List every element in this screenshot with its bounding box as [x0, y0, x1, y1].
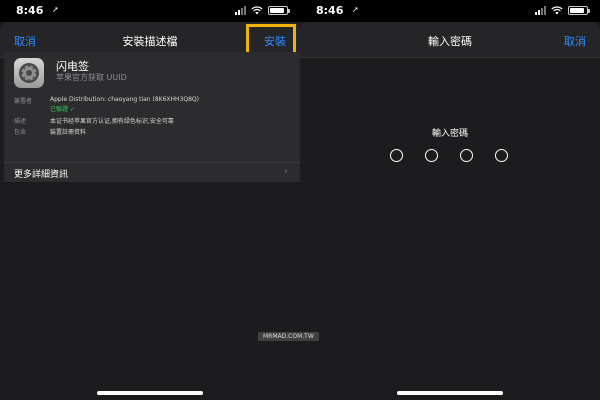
signal-bar — [538, 9, 540, 15]
status-bar: 8:46 ➚ — [0, 0, 300, 22]
contains-label: 包含 — [14, 129, 27, 136]
cellular-signal-icon — [535, 6, 546, 15]
signal-bar — [244, 6, 246, 15]
verified-badge: 已驗證 ✓ — [50, 106, 75, 113]
nav-bar: 輸入密碼 取消 — [300, 22, 600, 58]
battery-icon — [268, 6, 290, 15]
profile-subtitle: 苹果官方获取 UUID — [56, 73, 127, 82]
status-bar: 8:46 ➚ — [300, 0, 600, 22]
passcode-screen: 8:46 ➚ 輸入密碼 取消 輸入密碼 — [300, 0, 600, 400]
status-time: 8:46 — [16, 4, 44, 17]
status-icons — [235, 6, 290, 15]
screenshot-stage: 8:46 ➚ 取消 安裝描述檔 安裝 闪电签 苹果官方获取 UUID 簽署者 A… — [0, 0, 600, 400]
location-icon: ➚ — [352, 5, 359, 14]
signal-bar — [541, 8, 543, 15]
passcode-sheet: 輸入密碼 取消 — [300, 22, 600, 400]
page-title: 輸入密碼 — [428, 35, 472, 48]
contains-value: 裝置註冊資料 — [50, 129, 87, 136]
passcode-prompt: 輸入密碼 — [431, 129, 468, 139]
passcode-dots[interactable] — [390, 149, 508, 162]
passcode-digit-slot — [460, 149, 473, 162]
status-time: 8:46 — [316, 4, 344, 17]
settings-gear-icon — [14, 58, 44, 88]
cancel-button[interactable]: 取消 — [564, 33, 586, 49]
home-indicator[interactable] — [97, 391, 203, 395]
location-icon: ➚ — [52, 5, 59, 14]
profile-card: 闪电签 苹果官方获取 UUID 簽署者 Apple Distribution: … — [4, 52, 300, 162]
wifi-icon — [251, 6, 263, 15]
signed-by-value: Apple Distribution: chaoyang tian (8K6XH… — [50, 96, 199, 103]
install-profile-screen: 8:46 ➚ 取消 安裝描述檔 安裝 闪电签 苹果官方获取 UUID 簽署者 A… — [0, 0, 300, 400]
cellular-signal-icon — [235, 6, 246, 15]
battery-icon — [568, 6, 590, 15]
watermark: MRMAD.COM.TW — [258, 332, 319, 341]
passcode-digit-slot — [425, 149, 438, 162]
signal-bar — [238, 9, 240, 15]
home-indicator[interactable] — [397, 391, 503, 395]
install-highlight-box — [246, 24, 296, 55]
wifi-icon — [551, 6, 563, 15]
signal-bar — [235, 11, 237, 15]
signal-bar — [544, 6, 546, 15]
description-value: 本证书经苹果官方认证,拥有绿色标识,安全可靠 — [50, 118, 174, 125]
more-details-label: 更多詳細資訊 — [14, 170, 69, 180]
chevron-right-icon: › — [284, 166, 288, 177]
status-icons — [535, 6, 590, 15]
passcode-digit-slot — [390, 149, 403, 162]
signed-by-label: 簽署者 — [14, 98, 33, 105]
description-label: 描述 — [14, 118, 27, 125]
more-details-row[interactable]: 更多詳細資訊 › — [4, 162, 300, 182]
signal-bar — [241, 8, 243, 15]
passcode-digit-slot — [495, 149, 508, 162]
signal-bar — [535, 11, 537, 15]
